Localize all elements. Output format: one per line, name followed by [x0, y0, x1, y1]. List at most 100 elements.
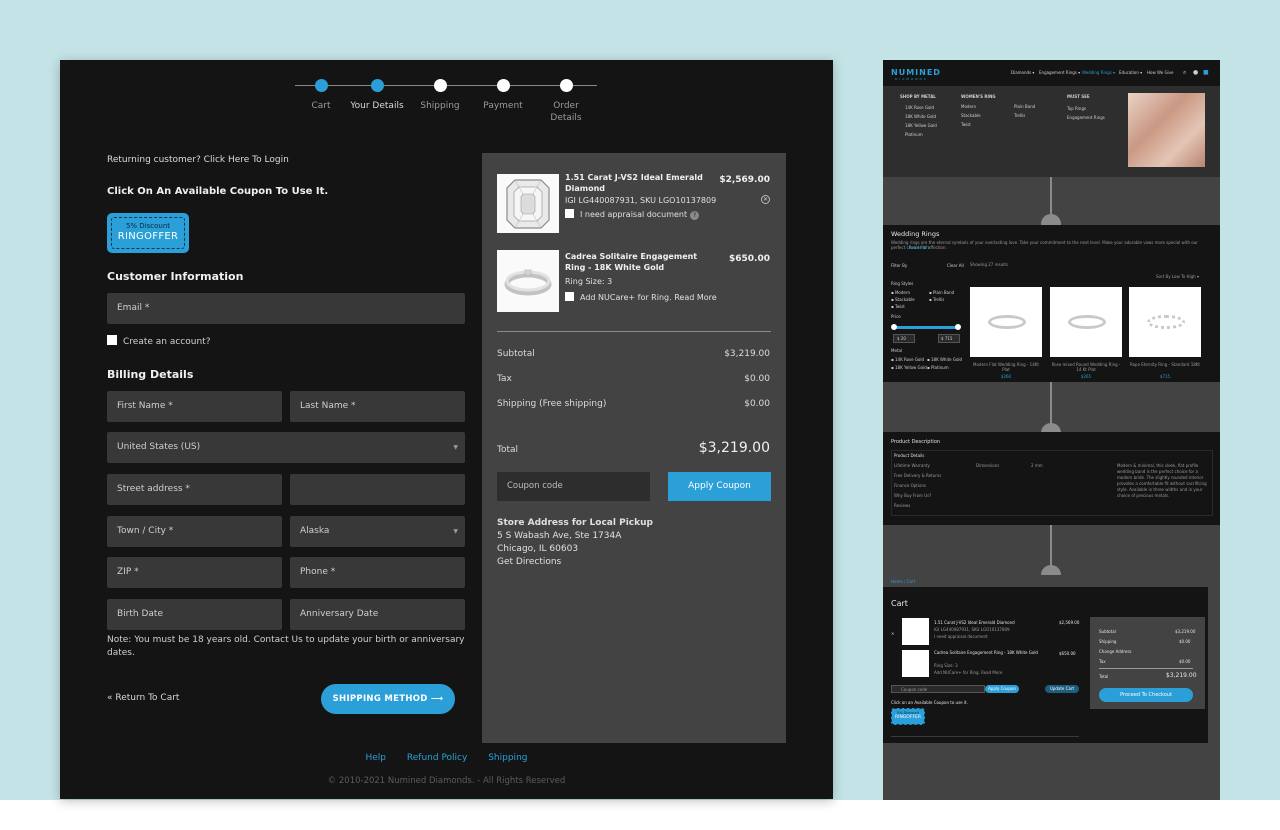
- street-address-2-field[interactable]: [290, 474, 465, 505]
- site-logo[interactable]: NUMINED: [891, 68, 941, 77]
- step-order-details[interactable]: Order Details: [531, 78, 601, 124]
- read-more-link[interactable]: Read More: [909, 245, 930, 250]
- footer-refund-link[interactable]: Refund Policy: [407, 753, 467, 763]
- product-title[interactable]: Cadrea Solitaire Engagement Ring - 18K W…: [565, 251, 715, 273]
- nucare-option[interactable]: Add NUCare+ for Ring. Read More: [565, 292, 717, 302]
- cart-apply-button[interactable]: Apply Coupon: [985, 685, 1019, 693]
- product-name[interactable]: Rope Eternity Ring - Standard 18Kt: [1129, 362, 1201, 367]
- nav-how-we-give[interactable]: How We Give: [1147, 70, 1174, 75]
- wedding-title: Wedding Rings: [891, 230, 940, 238]
- nav-wedding[interactable]: Wedding Rings ▾: [1082, 70, 1115, 75]
- town-city-field[interactable]: Town / City *: [107, 516, 282, 547]
- style-option[interactable]: ▪ Stackable: [891, 297, 915, 302]
- menu-item[interactable]: 18K White Gold: [905, 114, 936, 119]
- first-name-field[interactable]: First Name *: [107, 391, 282, 422]
- metal-option[interactable]: ▪ Platinum: [927, 365, 949, 370]
- return-to-cart-link[interactable]: « Return To Cart: [107, 693, 179, 703]
- step-payment[interactable]: Payment: [468, 78, 538, 112]
- price-slider[interactable]: [893, 326, 959, 329]
- menu-item[interactable]: Plain Band: [1014, 104, 1035, 109]
- product-thumb[interactable]: [1129, 287, 1201, 357]
- style-option[interactable]: ▪ Trellis: [929, 297, 944, 302]
- description-tab[interactable]: Lifetime Warranty: [894, 463, 930, 468]
- product-name[interactable]: Rose mixed Round Wedding Ring - 14 Kt Pl…: [1050, 362, 1122, 372]
- sort-select[interactable]: Sort By Low To High ▾: [1156, 274, 1199, 279]
- ring-icon: [1147, 315, 1185, 329]
- coupon-input[interactable]: Coupon code: [497, 472, 650, 501]
- read-more-link[interactable]: Read More: [674, 293, 716, 302]
- description-tab[interactable]: Free Delivery & Returns: [894, 473, 941, 478]
- appraisal-checkbox[interactable]: [565, 209, 574, 218]
- metal-option[interactable]: ▪ 18K Yellow Gold: [891, 365, 927, 370]
- menu-item[interactable]: 14K Rose Gold: [905, 105, 934, 110]
- cart-item-option[interactable]: I need appraisal document: [934, 634, 988, 639]
- remove-item-icon[interactable]: ✕: [891, 631, 894, 636]
- clear-all[interactable]: Clear All: [947, 263, 964, 268]
- menu-item[interactable]: 18K Yellow Gold: [905, 123, 937, 128]
- slider-handle-min[interactable]: [891, 324, 897, 330]
- create-account-row[interactable]: Create an account?: [107, 335, 210, 347]
- description-tab[interactable]: Finance Options: [894, 483, 926, 488]
- state-select[interactable]: Alaska ▼: [290, 516, 465, 547]
- help-icon[interactable]: ?: [690, 211, 700, 220]
- update-cart-button[interactable]: Update Cart: [1045, 685, 1079, 693]
- menu-item[interactable]: Engagement Rings: [1067, 115, 1105, 120]
- returning-customer-link[interactable]: Returning customer? Click Here To Login: [107, 155, 289, 165]
- description-tab-active[interactable]: Product Details: [894, 453, 924, 458]
- step-your-details[interactable]: Your Details: [342, 78, 412, 112]
- description-tab[interactable]: Reviews: [894, 503, 910, 508]
- metal-option[interactable]: ▪ 18K White Gold: [927, 357, 962, 362]
- country-select[interactable]: United States (US) ▼: [107, 432, 465, 463]
- remove-item-icon[interactable]: ✕: [761, 195, 770, 204]
- metal-option[interactable]: ▪ 14K Rose Gold: [891, 357, 924, 362]
- email-field[interactable]: Email *: [107, 293, 465, 324]
- cart-icon[interactable]: ■: [1203, 69, 1209, 76]
- search-icon[interactable]: ⌕: [1183, 69, 1186, 77]
- cart-item-name[interactable]: Cadrea Solitaire Engagement Ring - 18K W…: [934, 650, 1038, 655]
- footer-shipping-link[interactable]: Shipping: [488, 753, 527, 763]
- menu-item[interactable]: Platinum: [905, 132, 923, 137]
- product-thumb[interactable]: [970, 287, 1042, 357]
- shipping-method-button[interactable]: SHIPPING METHOD ⟶: [321, 684, 455, 714]
- nucare-checkbox[interactable]: [565, 292, 574, 301]
- proceed-to-checkout-button[interactable]: Proceed To Checkout: [1099, 688, 1193, 702]
- change-address-link[interactable]: Change Address: [1099, 649, 1132, 654]
- footer-help-link[interactable]: Help: [366, 753, 387, 763]
- anniversary-date-field[interactable]: Anniversary Date: [290, 599, 465, 630]
- get-directions-link[interactable]: Get Directions: [497, 556, 653, 569]
- menu-item[interactable]: Stackable: [961, 113, 981, 118]
- create-account-checkbox[interactable]: [107, 335, 117, 345]
- menu-item[interactable]: Modern: [961, 104, 976, 109]
- style-option[interactable]: ▪ Plain Band: [929, 290, 954, 295]
- cart-item-name[interactable]: 1.51 Carat J-VS2 Ideal Emerald Diamond: [934, 620, 1015, 625]
- style-option[interactable]: ▪ Twist: [891, 304, 905, 309]
- zip-field[interactable]: ZIP *: [107, 557, 282, 588]
- step-shipping[interactable]: Shipping: [405, 78, 475, 112]
- nav-engagement[interactable]: Engagement Rings ▾: [1039, 70, 1080, 75]
- nav-diamonds[interactable]: Diamonds ▾: [1011, 70, 1034, 75]
- apply-coupon-button[interactable]: Apply Coupon: [668, 472, 771, 501]
- product-title[interactable]: 1.51 Carat J-VS2 Ideal Emerald Diamond: [565, 172, 710, 194]
- scrollbar[interactable]: [1208, 575, 1220, 743]
- metal-title: Metal: [891, 348, 903, 353]
- birth-date-field[interactable]: Birth Date: [107, 599, 282, 630]
- product-name[interactable]: Modern Flat Wedding Ring - 14Kt Plat: [970, 362, 1042, 372]
- appraisal-option[interactable]: I need appraisal document?: [565, 209, 700, 220]
- phone-field[interactable]: Phone *: [290, 557, 465, 588]
- style-option[interactable]: ▪ Modern: [891, 290, 910, 295]
- last-name-field[interactable]: Last Name *: [290, 391, 465, 422]
- slider-handle-max[interactable]: [955, 324, 961, 330]
- breadcrumb[interactable]: Home / Cart: [891, 579, 915, 584]
- coupon-badge[interactable]: 5% Discount RINGOFFER: [107, 213, 189, 253]
- nav-education[interactable]: Education ▾: [1119, 70, 1142, 75]
- menu-item[interactable]: Top Rings: [1067, 106, 1086, 111]
- street-address-field[interactable]: Street address *: [107, 474, 282, 505]
- product-thumb[interactable]: [1050, 287, 1122, 357]
- description-tab[interactable]: Why Buy From Us?: [894, 493, 931, 498]
- cart-item-option[interactable]: Add NUCare+ for Ring. Read More: [934, 670, 1002, 675]
- cart-tax-label: Tax: [1099, 659, 1106, 664]
- menu-item[interactable]: Trellis: [1014, 113, 1025, 118]
- menu-item[interactable]: Twist: [961, 122, 971, 127]
- user-icon[interactable]: ●: [1193, 69, 1198, 76]
- cart-coupon-badge[interactable]: 5% Discount RINGOFFER: [891, 708, 925, 725]
